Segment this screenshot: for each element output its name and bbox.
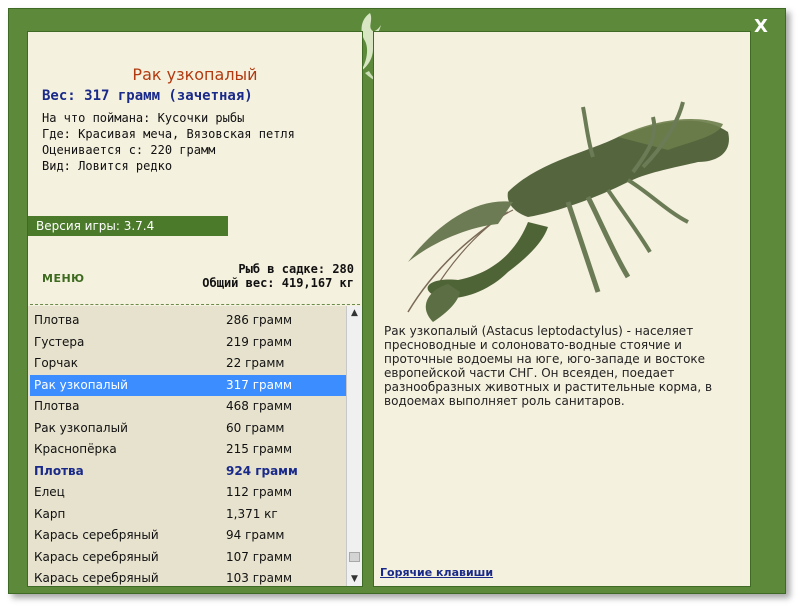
dialog-window: X Рак узкопалый Вес: 317 грамм (зачетная… — [8, 8, 786, 594]
menu-button[interactable]: МЕНЮ — [42, 272, 85, 285]
list-item-name: Горчак — [34, 356, 78, 370]
list-item[interactable]: Карась серебряный 94 грамм — [30, 525, 346, 546]
catch-stats: Рыб в садке: 280 Общий вес: 419,167 кг — [202, 262, 354, 290]
list-item-name: Рак узкопалый — [34, 377, 128, 392]
fish-count: Рыб в садке: 280 — [238, 262, 354, 276]
location-info: Где: Красивая меча, Вязовская петля — [42, 127, 295, 141]
list-item-name: Плотва — [34, 463, 84, 478]
fish-title: Рак узкопалый — [132, 65, 258, 84]
close-icon[interactable]: X — [751, 17, 771, 37]
list-item-name: Плотва — [34, 313, 80, 327]
list-item[interactable]: Карась серебряный 103 грамм — [30, 568, 346, 586]
list-item-weight: 1,371 кг — [226, 506, 278, 521]
list-item-weight: 112 грамм — [226, 485, 293, 499]
min-weight-info: Оценивается с: 220 грамм — [42, 143, 216, 157]
list-item-name: Елец — [34, 485, 65, 499]
catch-list[interactable]: Плотва 286 грамм Густера 219 грамм Горчак 22 … — [28, 306, 362, 586]
list-item[interactable]: Плотва 924 грамм — [30, 461, 346, 482]
list-item-weight: 468 грамм — [226, 399, 293, 413]
list-item[interactable]: Краснопёрка 215 грамм — [30, 439, 346, 460]
list-item[interactable]: Елец 112 грамм — [30, 482, 346, 503]
list-item[interactable]: Густера 219 грамм — [30, 332, 346, 353]
list-item[interactable]: Карп 1,371 кг — [30, 504, 346, 525]
list-item-weight: 22 грамм — [226, 356, 285, 370]
list-item-name: Карась серебряный — [34, 549, 159, 564]
divider — [30, 304, 360, 305]
total-weight: Общий вес: 419,167 кг — [202, 276, 354, 290]
version-bar: Версия игры: 3.7.4 — [28, 216, 228, 236]
list-item[interactable]: Карась серебряный 107 грамм — [30, 547, 346, 568]
crayfish-image — [407, 101, 729, 322]
list-item-weight: 60 грамм — [226, 420, 285, 435]
list-item-weight: 103 грамм — [226, 571, 293, 585]
fish-description: Рак узкопалый (Astacus leptodactylus) - … — [384, 324, 713, 408]
scroll-up-icon[interactable]: ▲ — [347, 306, 362, 320]
list-item-weight: 317 грамм — [226, 377, 293, 392]
fish-detail-panel: Рак узкопалый (Astacus leptodactylus) - … — [373, 31, 751, 587]
list-scrollbar[interactable]: ▲ ▼ — [346, 306, 362, 586]
list-item-weight: 286 грамм — [226, 313, 293, 327]
list-item-weight: 924 грамм — [226, 463, 298, 478]
rarity-info: Вид: Ловится редко — [42, 159, 173, 173]
list-item-name: Карп — [34, 506, 66, 521]
fish-info-panel: Рак узкопалый Вес: 317 грамм (зачетная) … — [27, 31, 363, 587]
list-item[interactable]: Плотва 468 грамм — [30, 396, 346, 417]
list-item[interactable]: Горчак 22 грамм — [30, 353, 346, 374]
list-item-weight: 215 грамм — [226, 442, 293, 456]
list-item-name: Рак узкопалый — [34, 420, 128, 435]
list-item-name: Краснопёрка — [34, 442, 117, 456]
list-item-name: Карась серебряный — [34, 528, 159, 542]
hotkeys-link[interactable]: Горячие клавиши — [380, 566, 493, 579]
list-item-weight: 107 грамм — [226, 549, 293, 564]
list-item[interactable]: Рак узкопалый 317 грамм — [30, 374, 346, 396]
list-item[interactable]: Рак узкопалый 60 грамм — [30, 418, 346, 439]
list-item-weight: 94 грамм — [226, 528, 285, 542]
list-item-name: Карась серебряный — [34, 571, 159, 585]
scrollbar-thumb[interactable] — [349, 552, 360, 562]
bait-info: На что поймана: Кусочки рыбы — [42, 111, 245, 125]
list-item-weight: 219 грамм — [226, 334, 293, 349]
scroll-down-icon[interactable]: ▼ — [347, 572, 362, 586]
list-item-name: Плотва — [34, 399, 80, 413]
fish-weight: Вес: 317 грамм (зачетная) — [42, 88, 253, 104]
list-item[interactable]: Плотва 286 грамм — [30, 310, 346, 331]
list-item-name: Густера — [34, 334, 85, 349]
